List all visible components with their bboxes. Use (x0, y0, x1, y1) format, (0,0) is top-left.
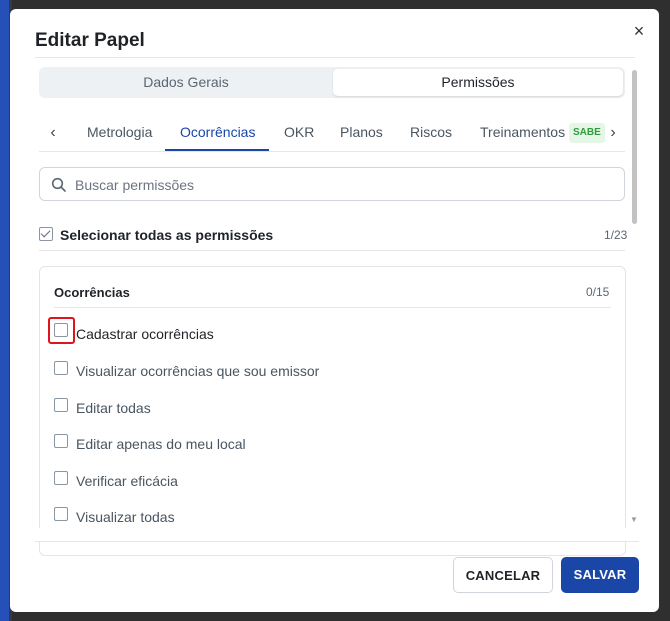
tab-riscos[interactable]: Riscos (410, 124, 452, 140)
close-icon[interactable]: × (630, 22, 648, 40)
select-all-checkbox[interactable] (39, 227, 53, 241)
scrollbar-thumb[interactable] (632, 70, 637, 224)
search-input[interactable] (73, 174, 617, 196)
permission-label: Editar apenas do meu local (76, 436, 246, 452)
tab-badge: SABE (569, 123, 605, 143)
permission-checkbox-editar-local[interactable] (54, 434, 68, 448)
group-title: Ocorrências (54, 285, 130, 300)
group-divider (54, 307, 611, 308)
tab-ocorrencias[interactable]: Ocorrências (180, 124, 255, 140)
permission-label: Visualizar todas (76, 509, 175, 525)
section-switcher: Dados Gerais Permissões (39, 67, 625, 98)
tab-okr[interactable]: OKR (284, 124, 314, 140)
permission-label: Verificar eficácia (76, 473, 178, 489)
scroll-down-icon[interactable]: ▼ (630, 515, 638, 524)
select-all-label: Selecionar todas as permissões (60, 227, 274, 243)
select-all-count: 1/23 (604, 228, 628, 242)
permission-label: Visualizar ocorrências que sou emissor (76, 363, 320, 379)
tab-treinamentos[interactable]: Treinamentos (480, 124, 565, 140)
tabs-divider (39, 151, 625, 152)
footer-divider (35, 541, 639, 542)
permission-checkbox-visualizar-emissor[interactable] (54, 361, 68, 375)
tabs-prev-icon[interactable]: ‹ (45, 125, 61, 141)
background-accent-bar (0, 0, 9, 621)
cancel-button[interactable]: CANCELAR (453, 557, 553, 593)
select-all-divider (39, 250, 625, 251)
segment-permissions[interactable]: Permissões (333, 69, 623, 96)
segment-general-data[interactable]: Dados Gerais (41, 69, 331, 96)
tab-metrologia[interactable]: Metrologia (87, 124, 152, 140)
module-tabs: ‹ Metrologia Ocorrências OKR Planos Risc… (39, 113, 625, 153)
permission-label: Editar todas (76, 400, 151, 416)
permission-checkbox-visualizar-todas[interactable] (54, 507, 68, 521)
tab-planos[interactable]: Planos (340, 124, 383, 140)
group-count: 0/15 (586, 285, 610, 299)
search-icon (51, 177, 66, 192)
save-button[interactable]: SALVAR (561, 557, 639, 593)
header-divider (35, 57, 635, 58)
content-clip (39, 528, 639, 542)
dialog-title: Editar Papel (35, 30, 145, 51)
edit-role-dialog: Editar Papel × Dados Gerais Permissões ‹… (10, 9, 659, 612)
permission-checkbox-editar-todas[interactable] (54, 398, 68, 412)
permission-checkbox-verificar-eficacia[interactable] (54, 471, 68, 485)
highlight-box (48, 317, 75, 344)
tabs-next-icon[interactable]: › (605, 125, 621, 141)
permission-label: Cadastrar ocorrências (76, 326, 214, 342)
search-box (39, 167, 625, 201)
